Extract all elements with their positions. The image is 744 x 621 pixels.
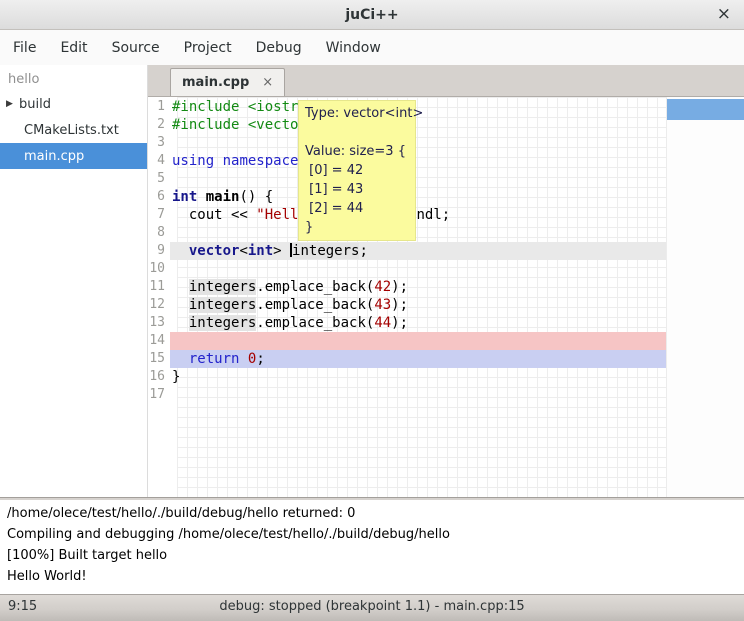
tab-main-cpp[interactable]: main.cpp ×	[170, 68, 285, 96]
project-name[interactable]: hello	[0, 65, 147, 91]
line-number[interactable]: 13	[148, 314, 170, 332]
menu-file[interactable]: File	[1, 33, 48, 63]
window-title: juCi++	[345, 7, 398, 23]
sidebar-file-browser: hello ▶build CMakeLists.txt main.cpp	[0, 65, 148, 497]
expander-triangle-icon[interactable]: ▶	[0, 99, 19, 109]
tooltip-line: [1] = 43	[305, 180, 409, 199]
code-line[interactable]: 9 vector<int> integers;	[148, 242, 666, 260]
output-line: Hello World!	[7, 566, 744, 587]
title-bar[interactable]: juCi++ ×	[0, 0, 744, 30]
code-line[interactable]: 16}	[148, 368, 666, 386]
code-text	[170, 332, 666, 350]
tooltip-line: }	[305, 218, 409, 237]
file-label: build	[19, 97, 51, 112]
line-number[interactable]: 17	[148, 386, 170, 404]
editor-minimap[interactable]	[666, 97, 744, 497]
sidebar-item-main.cpp[interactable]: main.cpp	[0, 143, 147, 169]
tab-bar: main.cpp ×	[148, 65, 744, 97]
scrollbar-thumb[interactable]	[667, 99, 744, 120]
line-number[interactable]: 1	[148, 98, 170, 116]
output-line: Compiling and debugging /home/olece/test…	[7, 524, 744, 545]
status-time: 9:15	[8, 599, 37, 614]
code-line[interactable]: 10	[148, 260, 666, 278]
code-text	[170, 386, 666, 404]
status-message: debug: stopped (breakpoint 1.1) - main.c…	[0, 595, 744, 614]
line-number[interactable]: 8	[148, 224, 170, 242]
code-text	[170, 224, 666, 242]
file-label: main.cpp	[24, 149, 84, 164]
tooltip-line: [0] = 42	[305, 161, 409, 180]
status-bar: 9:15 debug: stopped (breakpoint 1.1) - m…	[0, 594, 744, 621]
line-number[interactable]: 15	[148, 350, 170, 368]
code-text: integers.emplace_back(43);	[170, 296, 666, 314]
line-number[interactable]: 9	[148, 242, 170, 260]
code-line[interactable]: 15 return 0;	[148, 350, 666, 368]
tooltip-line: [2] = 44	[305, 199, 409, 218]
tab-label: main.cpp	[182, 75, 249, 90]
sidebar-item-cmakelists.txt[interactable]: CMakeLists.txt	[0, 117, 147, 143]
line-number[interactable]: 12	[148, 296, 170, 314]
output-panel[interactable]: /home/olece/test/hello/./build/debug/hel…	[0, 500, 744, 594]
line-number[interactable]: 11	[148, 278, 170, 296]
code-text: return 0;	[170, 350, 666, 368]
output-line: [100%] Built target hello	[7, 545, 744, 566]
menu-project[interactable]: Project	[172, 33, 244, 63]
tooltip-line	[305, 123, 409, 142]
code-text: int main() {	[170, 188, 666, 206]
menu-source[interactable]: Source	[100, 33, 172, 63]
line-number[interactable]: 3	[148, 134, 170, 152]
code-text: vector<int> integers;	[170, 242, 666, 260]
sidebar-item-build[interactable]: ▶build	[0, 91, 147, 117]
line-number[interactable]: 6	[148, 188, 170, 206]
code-text: }	[170, 368, 666, 386]
line-number[interactable]: 7	[148, 206, 170, 224]
code-text: integers.emplace_back(44);	[170, 314, 666, 332]
code-line[interactable]: 11 integers.emplace_back(42);	[148, 278, 666, 296]
file-tree: ▶build CMakeLists.txt main.cpp	[0, 91, 147, 169]
menu-edit[interactable]: Edit	[48, 33, 99, 63]
tooltip-line: Value: size=3 {	[305, 142, 409, 161]
code-text	[170, 170, 666, 188]
line-number[interactable]: 16	[148, 368, 170, 386]
code-text	[170, 260, 666, 278]
menu-bar: FileEditSourceProjectDebugWindow	[0, 30, 744, 65]
line-number[interactable]: 5	[148, 170, 170, 188]
line-number[interactable]: 10	[148, 260, 170, 278]
code-editor[interactable]: 1#include <iostream>2#include <vector>34…	[148, 97, 744, 497]
code-line[interactable]: 12 integers.emplace_back(43);	[148, 296, 666, 314]
code-text: cout << "Hello World!" << endl;	[170, 206, 666, 224]
debug-value-tooltip: Type: vector<int> Value: size=3 { [0] = …	[298, 100, 416, 241]
line-number[interactable]: 4	[148, 152, 170, 170]
code-text: integers.emplace_back(42);	[170, 278, 666, 296]
jucipp-window: juCi++ × FileEditSourceProjectDebugWindo…	[0, 0, 744, 621]
code-line[interactable]: 14	[148, 332, 666, 350]
menu-window[interactable]: Window	[314, 33, 393, 63]
tab-close-icon[interactable]: ×	[262, 75, 273, 90]
window-close-icon[interactable]: ×	[717, 4, 731, 24]
output-line: /home/olece/test/hello/./build/debug/hel…	[7, 503, 744, 524]
file-label: CMakeLists.txt	[24, 123, 119, 138]
code-line[interactable]: 13 integers.emplace_back(44);	[148, 314, 666, 332]
menu-debug[interactable]: Debug	[244, 33, 314, 63]
code-text	[170, 134, 666, 152]
code-text: using namespace std;	[170, 152, 666, 170]
line-number[interactable]: 14	[148, 332, 170, 350]
tooltip-line: Type: vector<int>	[305, 104, 409, 123]
line-number[interactable]: 2	[148, 116, 170, 134]
code-line[interactable]: 17	[148, 386, 666, 404]
